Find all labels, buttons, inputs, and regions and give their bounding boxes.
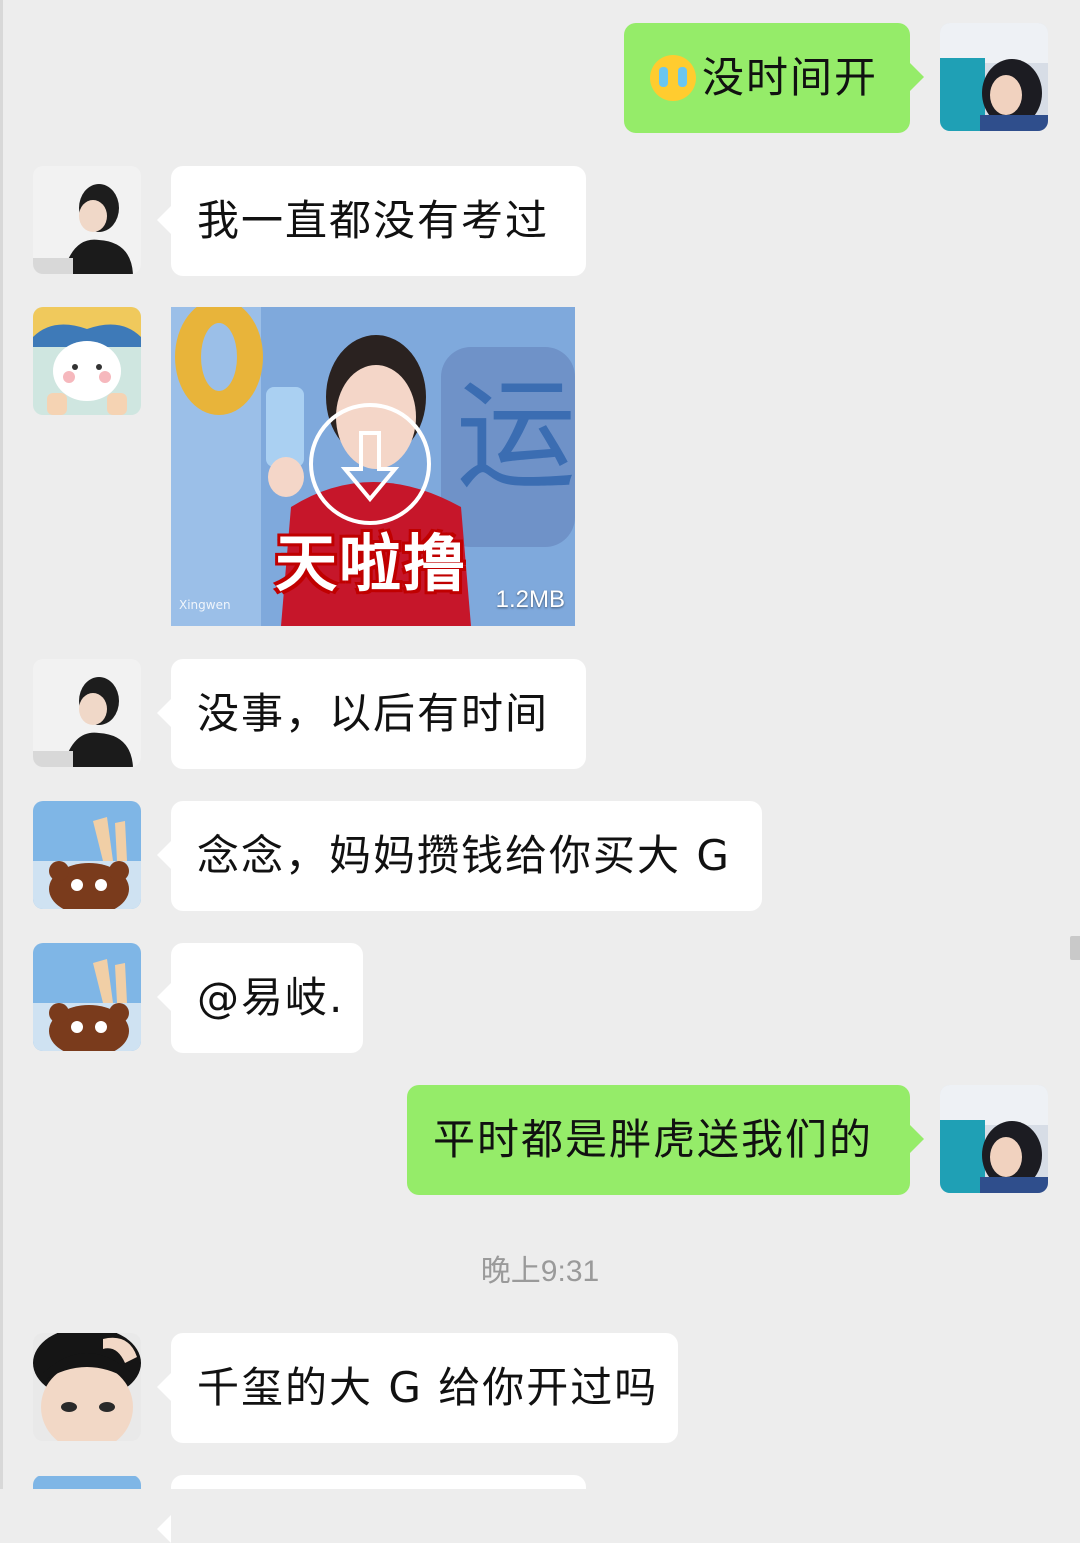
message-text: @易岐. <box>197 973 345 1022</box>
avatar-contact-1[interactable] <box>33 659 141 767</box>
avatar-contact-3[interactable] <box>33 801 141 909</box>
video-message[interactable]: 运 Xingwen 天啦撸 1.2MB <box>171 307 575 626</box>
avatar-self[interactable] <box>940 23 1048 131</box>
scrollbar-thumb[interactable] <box>1070 936 1080 960</box>
message-text: 平时都是胖虎送我们的 <box>433 1115 874 1164</box>
avatar-contact-partial[interactable] <box>33 1475 141 1489</box>
avatar-contact-2[interactable] <box>33 307 141 415</box>
avatar-contact-1[interactable] <box>33 166 141 274</box>
message-bubble-incoming[interactable]: 我一直都没有考过 <box>157 166 586 276</box>
message-text: 没事，以后有时间 <box>197 689 550 738</box>
avatar-self[interactable] <box>940 1085 1048 1193</box>
video-caption: 天啦撸 <box>275 527 468 600</box>
message-text: 念念，妈妈攒钱给你买大 G <box>197 831 731 880</box>
message-text: 千玺的大 G 给你开过吗 <box>197 1363 659 1412</box>
message-bubble-incoming[interactable]: 千玺的大 G 给你开过吗 <box>157 1333 678 1443</box>
download-icon[interactable] <box>309 403 431 525</box>
video-file-size: 1.2MB <box>495 586 565 613</box>
message-timestamp: 晚上9:31 <box>480 1255 600 1288</box>
avatar-contact-3[interactable] <box>33 943 141 1051</box>
crying-face-icon <box>650 54 696 101</box>
message-bubble-partial[interactable] <box>157 1475 586 1543</box>
svg-text:Xingwen: Xingwen <box>179 598 231 612</box>
message-bubble-incoming[interactable]: 念念，妈妈攒钱给你买大 G <box>157 801 762 911</box>
message-bubble-incoming[interactable]: @易岐. <box>157 943 363 1053</box>
message-bubble-incoming[interactable]: 没事，以后有时间 <box>157 659 586 769</box>
message-text: 没时间开 <box>702 53 879 102</box>
svg-text:运: 运 <box>456 367 575 506</box>
avatar-contact-4[interactable] <box>33 1333 141 1441</box>
message-bubble-outgoing[interactable]: 没时间开 <box>624 23 924 133</box>
message-bubble-outgoing[interactable]: 平时都是胖虎送我们的 <box>407 1085 924 1195</box>
message-text: 我一直都没有考过 <box>197 196 550 245</box>
